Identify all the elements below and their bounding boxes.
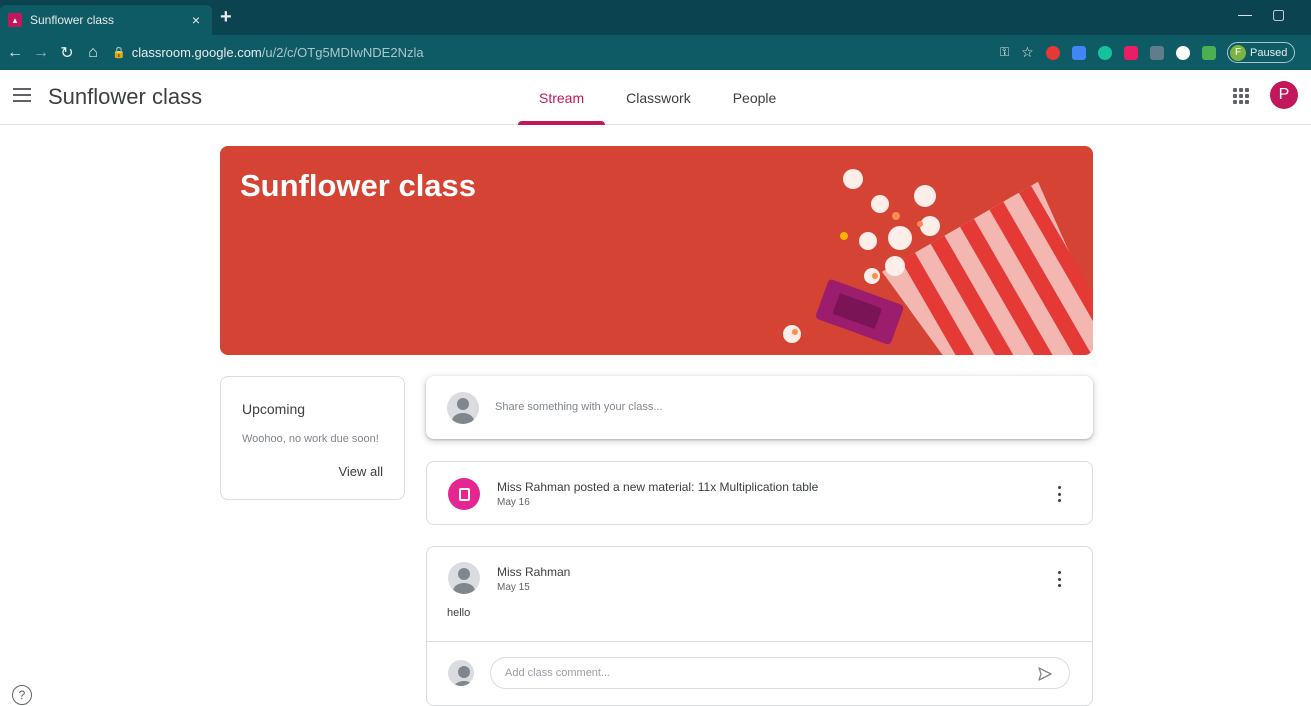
banner-title: Sunflower class	[240, 168, 477, 203]
browser-tab-strip: ▴ Sunflower class × + — ▢	[0, 0, 1311, 35]
extension-area: ⚿ ☆	[1000, 44, 1216, 61]
author-avatar	[448, 562, 480, 594]
account-avatar[interactable]: P	[1270, 81, 1298, 109]
share-placeholder: Share something with your class...	[495, 401, 663, 413]
user-avatar	[447, 392, 479, 424]
key-icon[interactable]: ⚿	[1000, 45, 1009, 60]
tab-close-icon[interactable]: ×	[188, 12, 204, 28]
extension-icon[interactable]	[1045, 45, 1060, 60]
send-icon[interactable]	[1037, 666, 1053, 682]
view-all-link[interactable]: View all	[338, 464, 383, 479]
post-date: May 15	[497, 582, 530, 593]
upcoming-card: Upcoming Woohoo, no work due soon! View …	[220, 376, 405, 500]
forward-icon[interactable]: →	[30, 44, 52, 62]
apps-grid-icon[interactable]	[1233, 88, 1249, 104]
extension-icon[interactable]	[1123, 45, 1138, 60]
new-tab-button[interactable]: +	[220, 6, 232, 29]
announcement-card: Miss Rahman May 15 hello Add class comme…	[426, 546, 1093, 706]
tab-classwork[interactable]: Classwork	[605, 70, 712, 125]
back-icon[interactable]: ←	[4, 44, 26, 62]
profile-status: Paused	[1250, 46, 1288, 59]
tab-people[interactable]: People	[712, 70, 798, 125]
divider	[427, 641, 1092, 642]
grammarly-icon[interactable]	[1097, 45, 1112, 60]
reload-icon[interactable]: ↻	[56, 43, 78, 63]
browser-toolbar: ← → ↻ ⌂ 🔒 classroom.google.com/u/2/c/OTg…	[0, 35, 1311, 70]
page-title: Sunflower class	[48, 84, 203, 109]
extension-icon[interactable]	[1201, 45, 1216, 60]
menu-icon[interactable]	[13, 88, 31, 102]
bookmark-star-icon[interactable]: ☆	[1021, 44, 1034, 61]
class-tabs: Stream Classwork People	[518, 70, 797, 125]
class-comment-input[interactable]: Add class comment...	[490, 657, 1070, 689]
home-icon[interactable]: ⌂	[82, 44, 104, 62]
upcoming-message: Woohoo, no work due soon!	[242, 433, 379, 445]
commenter-avatar	[448, 660, 474, 686]
profile-avatar: F	[1230, 44, 1246, 61]
material-icon	[448, 478, 480, 510]
extension-icon[interactable]	[1149, 45, 1164, 60]
more-options-icon[interactable]	[1058, 571, 1062, 587]
extension-icon[interactable]	[1175, 45, 1190, 60]
post-body: hello	[447, 607, 471, 619]
url-text: classroom.google.com/u/2/c/OTg5MDIwNDE2N…	[131, 45, 424, 60]
class-banner: Sunflower class	[220, 146, 1093, 355]
restore-button[interactable]: ▢	[1272, 6, 1285, 23]
help-icon[interactable]: ?	[12, 685, 32, 705]
classroom-favicon-icon: ▴	[8, 13, 22, 27]
app-header: Sunflower class Stream Classwork People …	[0, 70, 1311, 125]
post-date: May 16	[497, 497, 530, 508]
minimize-button[interactable]: —	[1238, 6, 1252, 22]
tab-stream[interactable]: Stream	[518, 70, 606, 125]
post-author: Miss Rahman	[497, 565, 571, 579]
more-options-icon[interactable]	[1058, 486, 1062, 502]
material-post-card[interactable]: Miss Rahman posted a new material: 11x M…	[426, 461, 1093, 525]
browser-tab[interactable]: ▴ Sunflower class ×	[0, 5, 212, 35]
post-title: Miss Rahman posted a new material: 11x M…	[497, 480, 819, 494]
share-box[interactable]: Share something with your class...	[426, 376, 1093, 439]
lock-icon: 🔒	[112, 47, 126, 59]
tab-title: Sunflower class	[30, 13, 115, 27]
upcoming-heading: Upcoming	[242, 401, 306, 417]
comment-placeholder: Add class comment...	[505, 667, 611, 679]
extension-icon[interactable]	[1071, 45, 1086, 60]
profile-button[interactable]: F Paused	[1227, 42, 1295, 63]
